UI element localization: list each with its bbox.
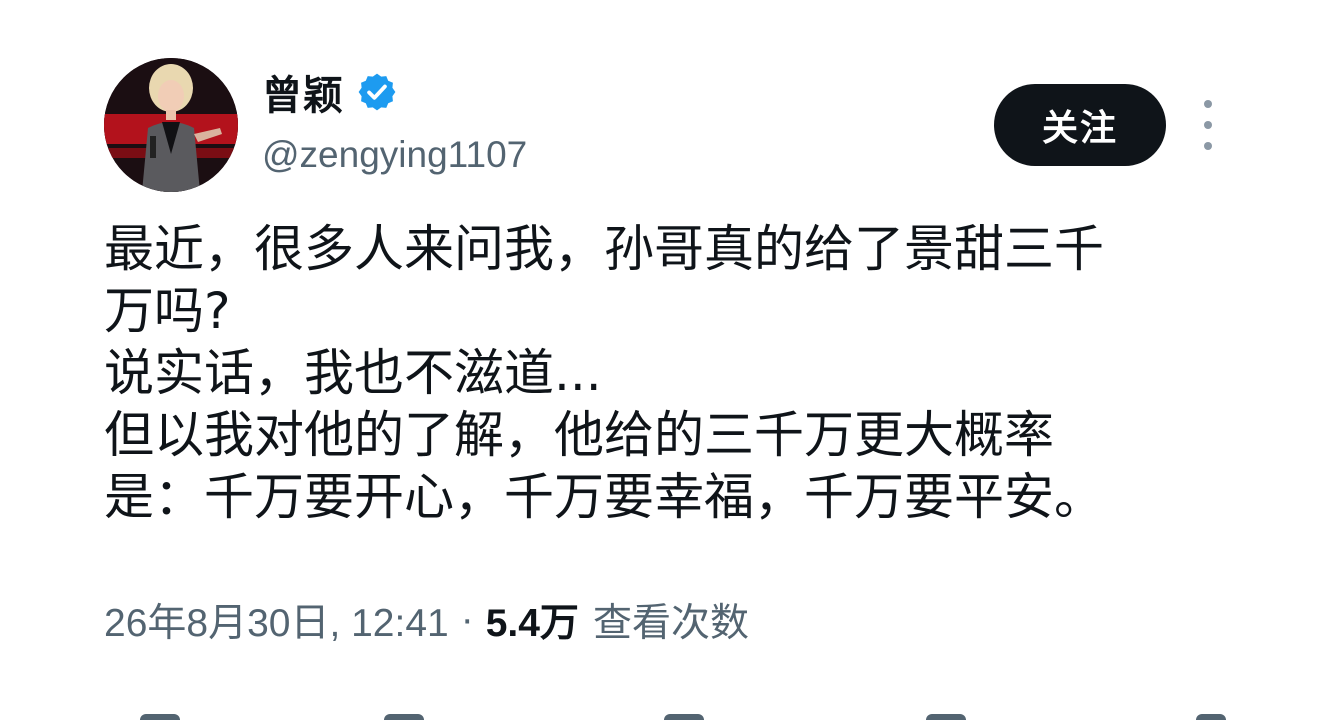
tweet-body-line: 最近，很多人来问我，孙哥真的给了景甜三千 [104,220,1104,278]
tweet-body-line: 说实话，我也不滋道... [104,344,602,402]
avatar[interactable] [104,58,238,192]
follow-button[interactable]: 关注 [994,84,1166,166]
views-label: 查看次数 [592,602,749,645]
more-dot [1204,100,1212,108]
views-count: 5.4万 [485,602,579,645]
author-display-name[interactable]: 曾颖 [262,63,344,121]
tweet-body-line: 万吗? [104,282,231,340]
bookmark-icon[interactable] [926,714,966,720]
tweet-timestamp[interactable]: 26年8月30日, 12:41 [104,592,449,648]
more-dot [1204,142,1212,150]
retweet-icon[interactable] [384,714,424,720]
tweet-body: 最近，很多人来问我，孙哥真的给了景甜三千 万吗? 说实话，我也不滋道... 但以… [104,218,1304,528]
tweet-body-line: 是：千万要开心，千万要幸福，千万要平安。 [104,468,1104,526]
more-options-icon[interactable] [1194,100,1222,150]
verified-badge-icon[interactable] [356,71,398,113]
tweet-meta: 26年8月30日, 12:41 · 5.4万 查看次数 [104,592,749,648]
tweet-card: 曾颖 @zengying1107 关注 最近，很多人来问我，孙哥真的给了景甜三千… [0,0,1342,720]
more-dot [1204,121,1212,129]
author-handle[interactable]: @zengying1107 [262,134,527,176]
avatar-image [104,58,238,192]
like-icon[interactable] [664,714,704,720]
tweet-body-line: 但以我对他的了解，他给的三千万更大概率 [104,406,1054,464]
action-bar [0,706,1342,720]
share-icon[interactable] [1196,714,1226,720]
reply-icon[interactable] [140,714,180,720]
meta-separator: · [460,598,474,641]
author-name-row: 曾颖 [262,64,398,120]
